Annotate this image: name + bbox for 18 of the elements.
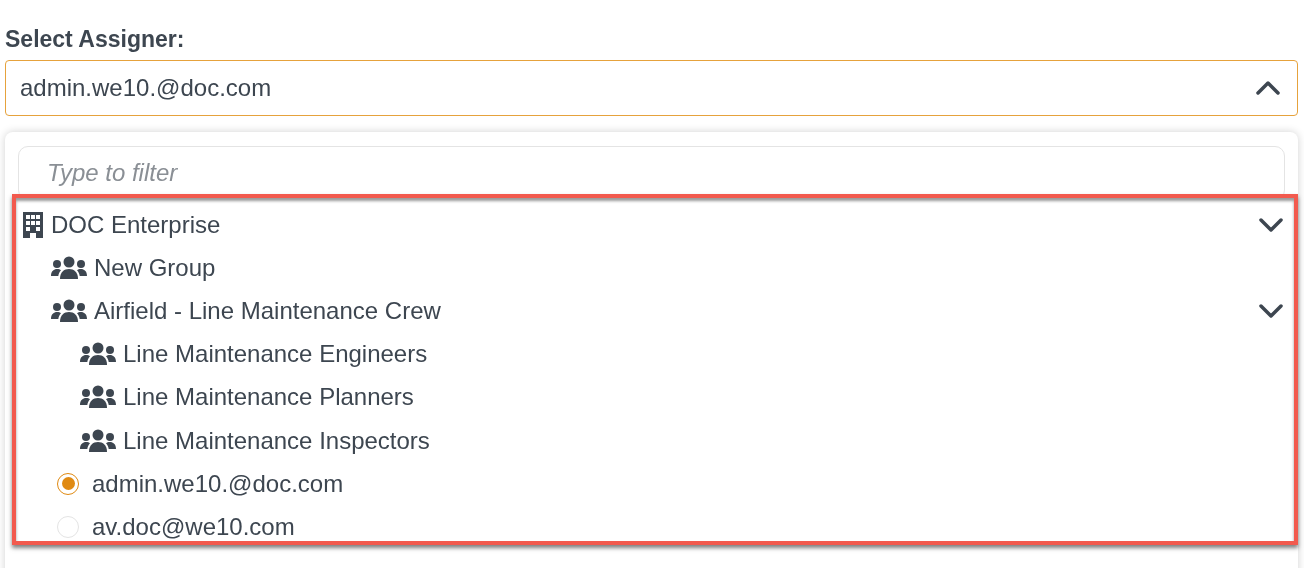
tree-item[interactable]: admin.we10.@doc.com [92,469,344,498]
chevron-down-icon[interactable] [1258,216,1284,233]
field-label: Select Assigner: [5,26,186,54]
group-icon [51,298,87,323]
tree-item[interactable]: Line Maintenance Planners [123,383,414,412]
tree-item[interactable]: DOC Enterprise [51,210,221,239]
tree-item[interactable]: Airfield - Line Maintenance Crew [94,296,441,325]
tree-item[interactable]: Line Maintenance Inspectors [123,426,430,455]
group-icon [51,255,87,280]
group-icon [80,342,116,367]
tree-item[interactable]: av.doc@we10.com [92,512,295,541]
assigner-select[interactable]: admin.we10.@doc.com [5,60,1298,116]
tree-item[interactable]: New Group [94,253,216,282]
chevron-down-icon[interactable] [1258,302,1284,319]
group-icon [80,385,116,410]
tree-item[interactable]: Line Maintenance Engineers [123,340,428,369]
group-icon [80,428,116,453]
building-icon [22,211,44,238]
